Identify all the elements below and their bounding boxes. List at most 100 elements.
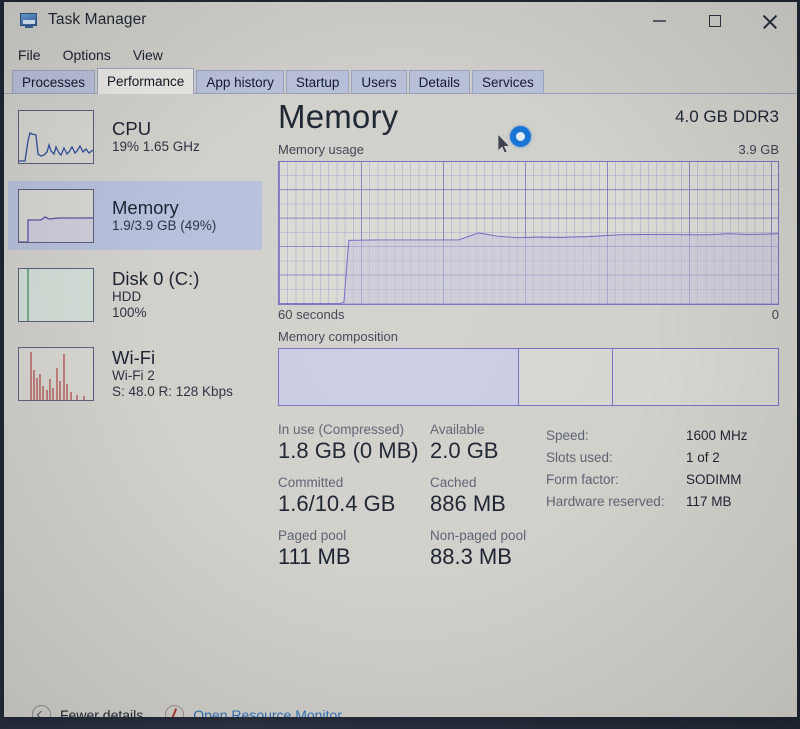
- memory-composition-labels: Memory composition: [278, 329, 779, 348]
- title-bar: Task Manager: [4, 2, 797, 42]
- menu-item-options[interactable]: Options: [63, 47, 111, 63]
- cpu-thumbnail-graph: [18, 109, 94, 164]
- stat-in-use: In use (Compressed) 1.8 GB (0 MB): [278, 422, 430, 475]
- wifi-thumbnail-graph: [18, 346, 94, 401]
- stat-available: Available 2.0 GB: [430, 422, 546, 475]
- stat-paged-pool-value: 111 MB: [278, 544, 351, 569]
- memory-header: Memory 4.0 GB DDR3: [278, 94, 779, 142]
- memory-usage-labels: Memory usage 3.9 GB: [278, 142, 779, 161]
- hardware-slots-key: Slots used:: [546, 449, 613, 465]
- window-controls: [632, 2, 797, 42]
- resource-sidebar: CPU 19% 1.65 GHz Memory 1.9/3.9 GB (49%): [4, 94, 266, 660]
- hardware-speed-value: 1600 MHz: [686, 428, 748, 443]
- memory-hardware-summary: 4.0 GB DDR3: [675, 107, 779, 126]
- sidebar-memory-name: Memory: [112, 196, 179, 218]
- hardware-reserved-value: 117 MB: [686, 493, 732, 509]
- menu-item-file[interactable]: File: [18, 47, 41, 63]
- hardware-row-reserved: Hardware reserved: 117 MB: [546, 491, 779, 513]
- sidebar-wifi-name: Wi-Fi: [112, 346, 156, 368]
- footer-bar: Fewer details Open Resource Monitor: [4, 660, 797, 717]
- resource-monitor-icon: [165, 705, 185, 717]
- stat-paged-pool: Paged pool 111 MB: [278, 528, 430, 581]
- stat-cached-caption: Cached: [430, 475, 477, 490]
- sidebar-item-memory[interactable]: Memory 1.9/3.9 GB (49%): [8, 181, 262, 250]
- tab-users[interactable]: Users: [351, 70, 407, 93]
- hardware-slots-value: 1 of 2: [686, 449, 720, 465]
- stat-cached-value: 886 MB: [430, 491, 506, 516]
- memory-usage-label: Memory usage: [278, 142, 364, 157]
- tab-performance[interactable]: Performance: [97, 68, 195, 94]
- memory-usage-plot: [279, 162, 778, 304]
- hardware-form-factor-key: Form factor:: [546, 471, 619, 487]
- stat-non-paged-pool: Non-paged pool 88.3 MB: [430, 528, 546, 581]
- sidebar-wifi-throughput: S: 48.0 R: 128 Kbps: [112, 384, 233, 400]
- stat-paged-pool-caption: Paged pool: [278, 528, 347, 543]
- composition-segment-modified[interactable]: [518, 349, 614, 405]
- menu-bar: File Options View: [4, 42, 797, 67]
- stat-cached: Cached 886 MB: [430, 475, 546, 528]
- sidebar-item-cpu[interactable]: CPU 19% 1.65 GHz: [8, 102, 262, 171]
- stat-in-use-value: 1.8 GB (0 MB): [278, 438, 419, 463]
- tab-strip: Processes Performance App history Startu…: [4, 67, 797, 94]
- minimize-button[interactable]: [632, 2, 687, 40]
- hardware-row-speed: Speed: 1600 MHz: [546, 425, 779, 447]
- maximize-button[interactable]: [687, 2, 742, 40]
- memory-thumbnail-graph: [18, 188, 94, 243]
- sidebar-cpu-name: CPU: [112, 117, 152, 139]
- sidebar-disk-type: HDD: [112, 289, 142, 305]
- stat-row-2: Committed 1.6/10.4 GB Cached 886 MB: [278, 475, 546, 528]
- stat-row-1: In use (Compressed) 1.8 GB (0 MB) Availa…: [278, 422, 546, 475]
- task-manager-window: Task Manager File Options View Processes…: [4, 2, 797, 717]
- stat-row-3: Paged pool 111 MB Non-paged pool 88.3 MB: [278, 528, 546, 581]
- open-resource-monitor-button[interactable]: Open Resource Monitor: [165, 705, 342, 717]
- sidebar-disk-name: Disk 0 (C:): [112, 267, 200, 289]
- tab-app-history[interactable]: App history: [196, 70, 284, 93]
- composition-segment-in-use[interactable]: [279, 349, 519, 405]
- tab-services[interactable]: Services: [471, 70, 544, 93]
- chevron-up-icon: [32, 705, 51, 717]
- sidebar-item-wifi[interactable]: Wi-Fi Wi-Fi 2 S: 48.0 R: 128 Kbps: [8, 339, 262, 408]
- composition-segment-standby[interactable]: [613, 349, 778, 405]
- memory-composition-label: Memory composition: [278, 329, 398, 344]
- hardware-form-factor-value: SODIMM: [686, 471, 742, 487]
- fewer-details-button[interactable]: Fewer details: [32, 705, 143, 717]
- disk-thumbnail-graph: [18, 267, 94, 322]
- stat-committed-value: 1.6/10.4 GB: [278, 491, 396, 516]
- memory-detail-panel: Memory 4.0 GB DDR3 Memory usage 3.9 GB 6…: [266, 94, 797, 660]
- hardware-row-form-factor: Form factor: SODIMM: [546, 469, 779, 491]
- tab-details[interactable]: Details: [408, 70, 470, 93]
- stat-in-use-caption: In use (Compressed): [278, 422, 405, 437]
- memory-usage-max: 3.9 GB: [738, 142, 779, 157]
- stat-available-value: 2.0 GB: [430, 438, 499, 463]
- stat-non-paged-pool-value: 88.3 MB: [430, 544, 512, 569]
- hardware-speed-key: Speed:: [546, 428, 589, 443]
- page-title: Memory: [278, 98, 399, 135]
- sidebar-item-disk[interactable]: Disk 0 (C:) HDD 100%: [8, 260, 262, 329]
- axis-right-label: 0: [771, 307, 779, 322]
- memory-usage-axis: 60 seconds 0: [278, 305, 779, 329]
- memory-composition-bar[interactable]: [278, 348, 779, 406]
- hardware-row-slots: Slots used: 1 of 2: [546, 447, 779, 469]
- stat-non-paged-pool-caption: Non-paged pool: [430, 528, 527, 543]
- memory-usage-graph: [278, 161, 779, 305]
- window-title: Task Manager: [48, 11, 147, 28]
- stat-committed: Committed 1.6/10.4 GB: [278, 475, 430, 528]
- memory-hardware-details: Speed: 1600 MHz Slots used: 1 of 2 Form …: [546, 422, 779, 581]
- axis-left-label: 60 seconds: [278, 307, 345, 322]
- close-button[interactable]: [742, 2, 797, 40]
- sidebar-memory-stats: 1.9/3.9 GB (49%): [112, 218, 217, 234]
- sidebar-cpu-stats: 19% 1.65 GHz: [112, 139, 200, 155]
- sidebar-wifi-adapter: Wi-Fi 2: [112, 368, 155, 384]
- menu-item-view[interactable]: View: [133, 47, 163, 63]
- stat-available-caption: Available: [430, 422, 485, 437]
- tab-processes[interactable]: Processes: [12, 70, 96, 93]
- task-manager-icon: [20, 13, 39, 29]
- hardware-reserved-key: Hardware reserved:: [546, 493, 665, 509]
- stat-committed-caption: Committed: [278, 475, 344, 490]
- fewer-details-label: Fewer details: [60, 706, 144, 718]
- open-resource-monitor-label: Open Resource Monitor: [193, 706, 342, 718]
- tab-startup[interactable]: Startup: [285, 70, 350, 93]
- sidebar-disk-usage: 100%: [112, 305, 147, 321]
- memory-stats-left: In use (Compressed) 1.8 GB (0 MB) Availa…: [278, 422, 546, 581]
- memory-statistics: In use (Compressed) 1.8 GB (0 MB) Availa…: [278, 422, 779, 581]
